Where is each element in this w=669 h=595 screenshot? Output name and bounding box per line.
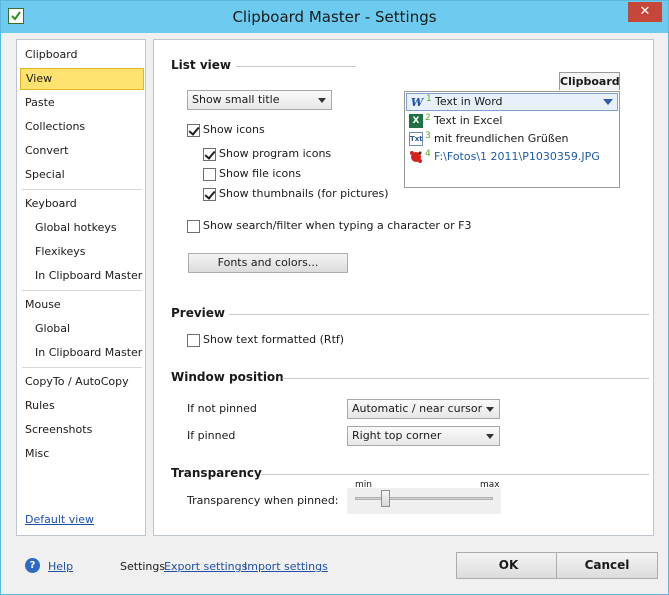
item-text: F:\Fotos\1 2011\P1030359.JPG bbox=[434, 150, 600, 163]
close-button[interactable]: ✕ bbox=[628, 2, 662, 22]
item-text: Text in Excel bbox=[434, 114, 503, 127]
title-bar[interactable]: Clipboard Master - Settings ✕ bbox=[1, 1, 668, 33]
fonts-and-colors-button[interactable]: Fonts and colors... bbox=[188, 253, 348, 273]
sidebar-item-rules[interactable]: Rules bbox=[20, 395, 144, 417]
list-view-heading: List view bbox=[171, 58, 231, 72]
sidebar-item-paste[interactable]: Paste bbox=[20, 92, 144, 114]
image-icon bbox=[409, 150, 423, 164]
chevron-down-icon bbox=[486, 407, 494, 412]
cancel-button[interactable]: Cancel bbox=[556, 552, 658, 579]
list-item[interactable]: X 2 Text in Excel bbox=[406, 112, 618, 130]
sidebar-item-mouse-in-clipboard-master[interactable]: In Clipboard Master bbox=[20, 342, 144, 364]
transparency-slider[interactable] bbox=[347, 488, 501, 514]
item-text: Text in Word bbox=[435, 95, 503, 108]
sidebar-item-special[interactable]: Special bbox=[20, 164, 144, 186]
item-number: 3 bbox=[425, 131, 431, 141]
window-title: Clipboard Master - Settings bbox=[232, 8, 437, 26]
settings-sidebar: Clipboard View Paste Collections Convert… bbox=[16, 39, 146, 536]
checkbox-unchecked bbox=[187, 220, 200, 233]
sidebar-divider bbox=[22, 290, 142, 291]
chevron-down-icon bbox=[318, 98, 326, 103]
sidebar-item-keyboard-in-clipboard-master[interactable]: In Clipboard Master bbox=[20, 265, 144, 287]
sidebar-item-screenshots[interactable]: Screenshots bbox=[20, 419, 144, 441]
clipboard-preview: W 1 Text in Word X 2 Text in Excel Txt 3… bbox=[404, 91, 620, 188]
not-pinned-label: If not pinned bbox=[187, 402, 257, 415]
preview-heading: Preview bbox=[171, 306, 226, 320]
view-settings-panel: List view Show small title Show icons Sh… bbox=[153, 39, 654, 536]
help-icon[interactable]: ? bbox=[25, 558, 40, 573]
sidebar-item-flexikeys[interactable]: Flexikeys bbox=[20, 241, 144, 263]
transparency-heading: Transparency bbox=[171, 466, 262, 480]
import-settings-link[interactable]: Import settings bbox=[244, 560, 328, 573]
title-style-value: Show small title bbox=[192, 93, 280, 106]
not-pinned-value: Automatic / near cursor bbox=[352, 402, 483, 415]
sidebar-item-global-hotkeys[interactable]: Global hotkeys bbox=[20, 217, 144, 239]
window-position-heading: Window position bbox=[171, 370, 284, 384]
text-icon: Txt bbox=[409, 132, 423, 146]
show-file-icons-label: Show file icons bbox=[219, 167, 301, 180]
item-number: 1 bbox=[426, 94, 432, 104]
sidebar-item-keyboard[interactable]: Keyboard bbox=[20, 193, 144, 215]
item-number: 4 bbox=[425, 149, 431, 159]
show-program-icons-label: Show program icons bbox=[219, 147, 332, 160]
export-settings-link[interactable]: Export settings bbox=[164, 560, 247, 573]
help-link[interactable]: Help bbox=[48, 560, 73, 573]
section-divider bbox=[282, 378, 649, 379]
not-pinned-position-dropdown[interactable]: Automatic / near cursor bbox=[347, 399, 500, 419]
show-rtf-label: Show text formatted (Rtf) bbox=[203, 333, 345, 346]
list-item[interactable]: 4 F:\Fotos\1 2011\P1030359.JPG bbox=[406, 148, 618, 166]
sidebar-item-clipboard[interactable]: Clipboard bbox=[20, 44, 144, 66]
excel-icon: X bbox=[409, 114, 423, 128]
title-style-dropdown[interactable]: Show small title bbox=[187, 90, 332, 110]
item-text: mit freundlichen Grüßen bbox=[434, 132, 569, 145]
word-icon: W bbox=[410, 96, 424, 109]
settings-label: Settings bbox=[120, 560, 166, 573]
slider-thumb[interactable] bbox=[380, 490, 390, 507]
sidebar-item-mouse[interactable]: Mouse bbox=[20, 294, 144, 316]
sidebar-item-convert[interactable]: Convert bbox=[20, 140, 144, 162]
section-divider bbox=[236, 66, 356, 67]
transparency-label: Transparency when pinned: bbox=[187, 494, 339, 507]
pinned-value: Right top corner bbox=[352, 429, 442, 442]
settings-window: Clipboard Master - Settings ✕ Clipboard … bbox=[0, 0, 669, 595]
list-item[interactable]: Txt 3 mit freundlichen Grüßen bbox=[406, 130, 618, 148]
show-thumbnails-label: Show thumbnails (for pictures) bbox=[219, 187, 389, 200]
sidebar-item-view[interactable]: View bbox=[20, 68, 144, 90]
section-divider bbox=[229, 314, 649, 315]
chevron-down-icon bbox=[486, 434, 494, 439]
sidebar-item-mouse-global[interactable]: Global bbox=[20, 318, 144, 340]
sidebar-divider bbox=[22, 189, 142, 190]
checkbox-unchecked bbox=[187, 334, 200, 347]
sidebar-item-copyto-autocopy[interactable]: CopyTo / AutoCopy bbox=[20, 371, 144, 393]
pinned-position-dropdown[interactable]: Right top corner bbox=[347, 426, 500, 446]
sidebar-divider bbox=[22, 367, 142, 368]
checkbox-checked bbox=[203, 188, 216, 201]
show-icons-label: Show icons bbox=[203, 123, 265, 136]
slider-track[interactable] bbox=[355, 497, 493, 500]
checkbox-unchecked bbox=[203, 168, 216, 181]
clipboard-preview-title: Clipboard bbox=[559, 72, 620, 90]
checkbox-checked bbox=[203, 148, 216, 161]
ok-button[interactable]: OK bbox=[456, 552, 561, 579]
item-number: 2 bbox=[425, 113, 431, 123]
list-item[interactable]: W 1 Text in Word bbox=[406, 93, 618, 111]
chevron-down-icon[interactable] bbox=[603, 99, 613, 105]
sidebar-item-misc[interactable]: Misc bbox=[20, 443, 144, 465]
section-divider bbox=[261, 474, 649, 475]
pinned-label: If pinned bbox=[187, 429, 236, 442]
show-search-label: Show search/filter when typing a charact… bbox=[203, 219, 472, 232]
checkbox-checked bbox=[187, 124, 200, 137]
sidebar-item-collections[interactable]: Collections bbox=[20, 116, 144, 138]
default-view-link[interactable]: Default view bbox=[25, 513, 94, 526]
